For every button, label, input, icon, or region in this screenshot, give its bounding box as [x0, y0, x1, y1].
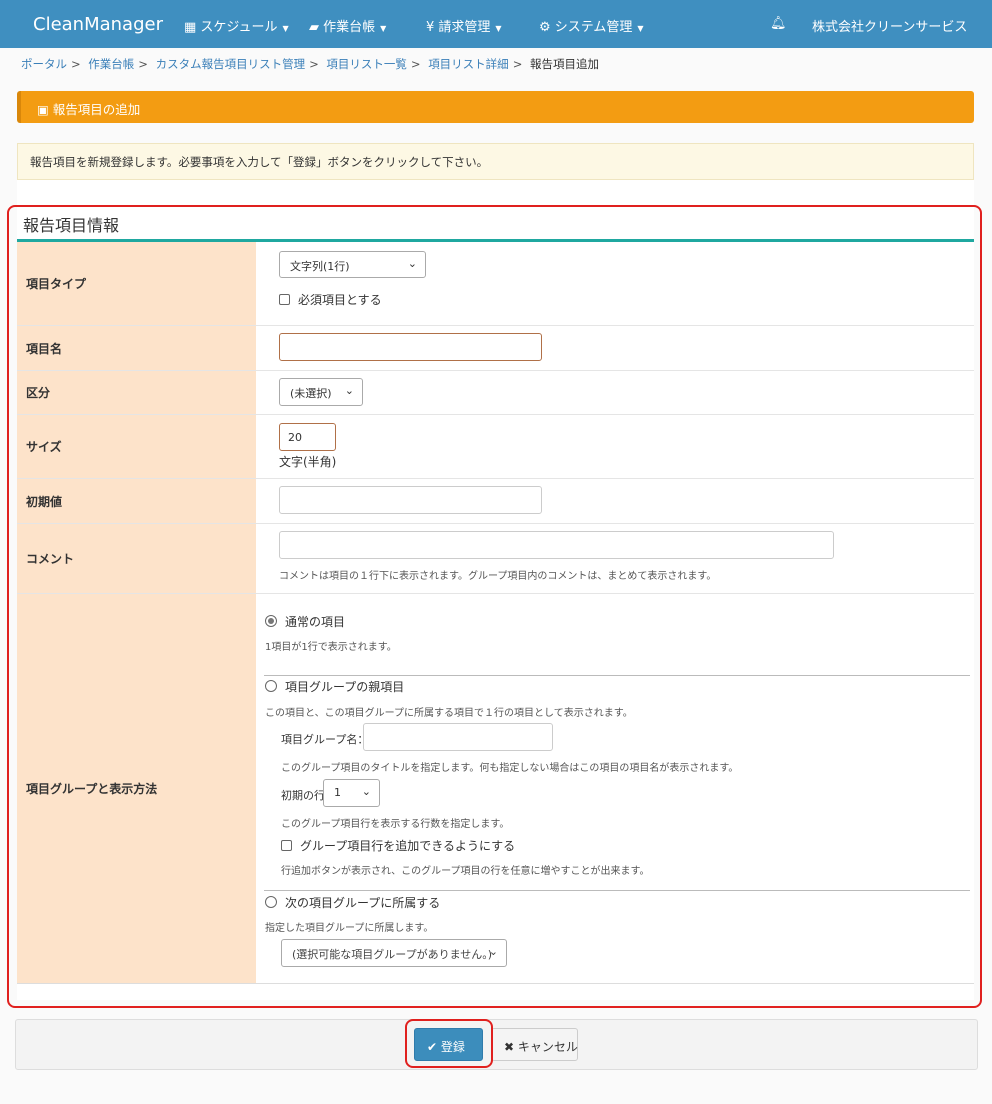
breadcrumb-link[interactable]: 項目リスト一覧 — [326, 57, 407, 71]
cancel-button[interactable]: ✖ キャンセル — [491, 1028, 578, 1061]
menu-label: スケジュール — [200, 20, 278, 35]
caret-down-icon: ▼ — [495, 24, 502, 33]
breadcrumb-current: 報告項目追加 — [529, 57, 599, 71]
briefcase-icon: ▣ — [37, 102, 53, 117]
breadcrumb: ポータル > 作業台帳 > カスタム報告項目リスト管理 > 項目リスト一覧 > 項目リス… — [21, 56, 599, 72]
breadcrumb-link[interactable]: カスタム報告項目リスト管理 — [156, 57, 306, 71]
highlight-frame — [405, 1019, 493, 1068]
breadcrumb-link[interactable]: ポータル — [21, 57, 67, 71]
menu-label: システム管理 — [554, 20, 633, 35]
breadcrumb-separator: > — [309, 57, 319, 71]
menu-schedule[interactable]: ▦ スケジュール ▼ — [184, 16, 289, 35]
menu-work-ledger[interactable]: ▰ 作業台帳 ▼ — [309, 16, 386, 35]
caret-down-icon: ▼ — [380, 24, 387, 33]
panel-title: 報告項目の追加 — [52, 102, 141, 117]
menu-label: 作業台帳 — [323, 20, 376, 35]
breadcrumb-separator: > — [138, 57, 148, 71]
bell-icon[interactable]: 🔔︎ — [770, 16, 787, 31]
breadcrumb-separator: > — [512, 57, 523, 71]
menu-label: 請求管理 — [438, 20, 491, 35]
cogs-icon: ⚙ — [539, 20, 555, 35]
breadcrumb-separator: > — [71, 57, 81, 71]
button-label: キャンセル — [517, 1040, 578, 1054]
menu-system[interactable]: ⚙ システム管理 ▼ — [539, 16, 644, 35]
book-icon: ▰ — [309, 20, 324, 35]
yen-icon: ¥ — [426, 20, 439, 35]
company-menu[interactable]: 株式会社クリーンサービス — [812, 16, 967, 35]
menu-billing[interactable]: ¥ 請求管理 ▼ — [426, 16, 502, 35]
panel-header: ▣ 報告項目の追加 — [17, 91, 974, 123]
close-icon: ✖ — [504, 1040, 518, 1054]
breadcrumb-link[interactable]: 作業台帳 — [88, 57, 134, 71]
brand-logo[interactable]: CleanManager — [33, 14, 163, 35]
info-message: 報告項目を新規登録します。必要事項を入力して「登録」ボタンをクリックして下さい。 — [17, 143, 974, 180]
breadcrumb-separator: > — [410, 57, 421, 71]
highlight-frame — [7, 205, 982, 1008]
caret-down-icon: ▼ — [282, 24, 289, 33]
calendar-icon: ▦ — [184, 20, 201, 35]
caret-down-icon: ▼ — [637, 24, 644, 33]
breadcrumb-link[interactable]: 項目リスト詳細 — [428, 57, 509, 71]
navbar: CleanManager ▦ スケジュール ▼ ▰ 作業台帳 ▼ ¥ 請求管理 ▼ ⚙… — [0, 0, 992, 48]
